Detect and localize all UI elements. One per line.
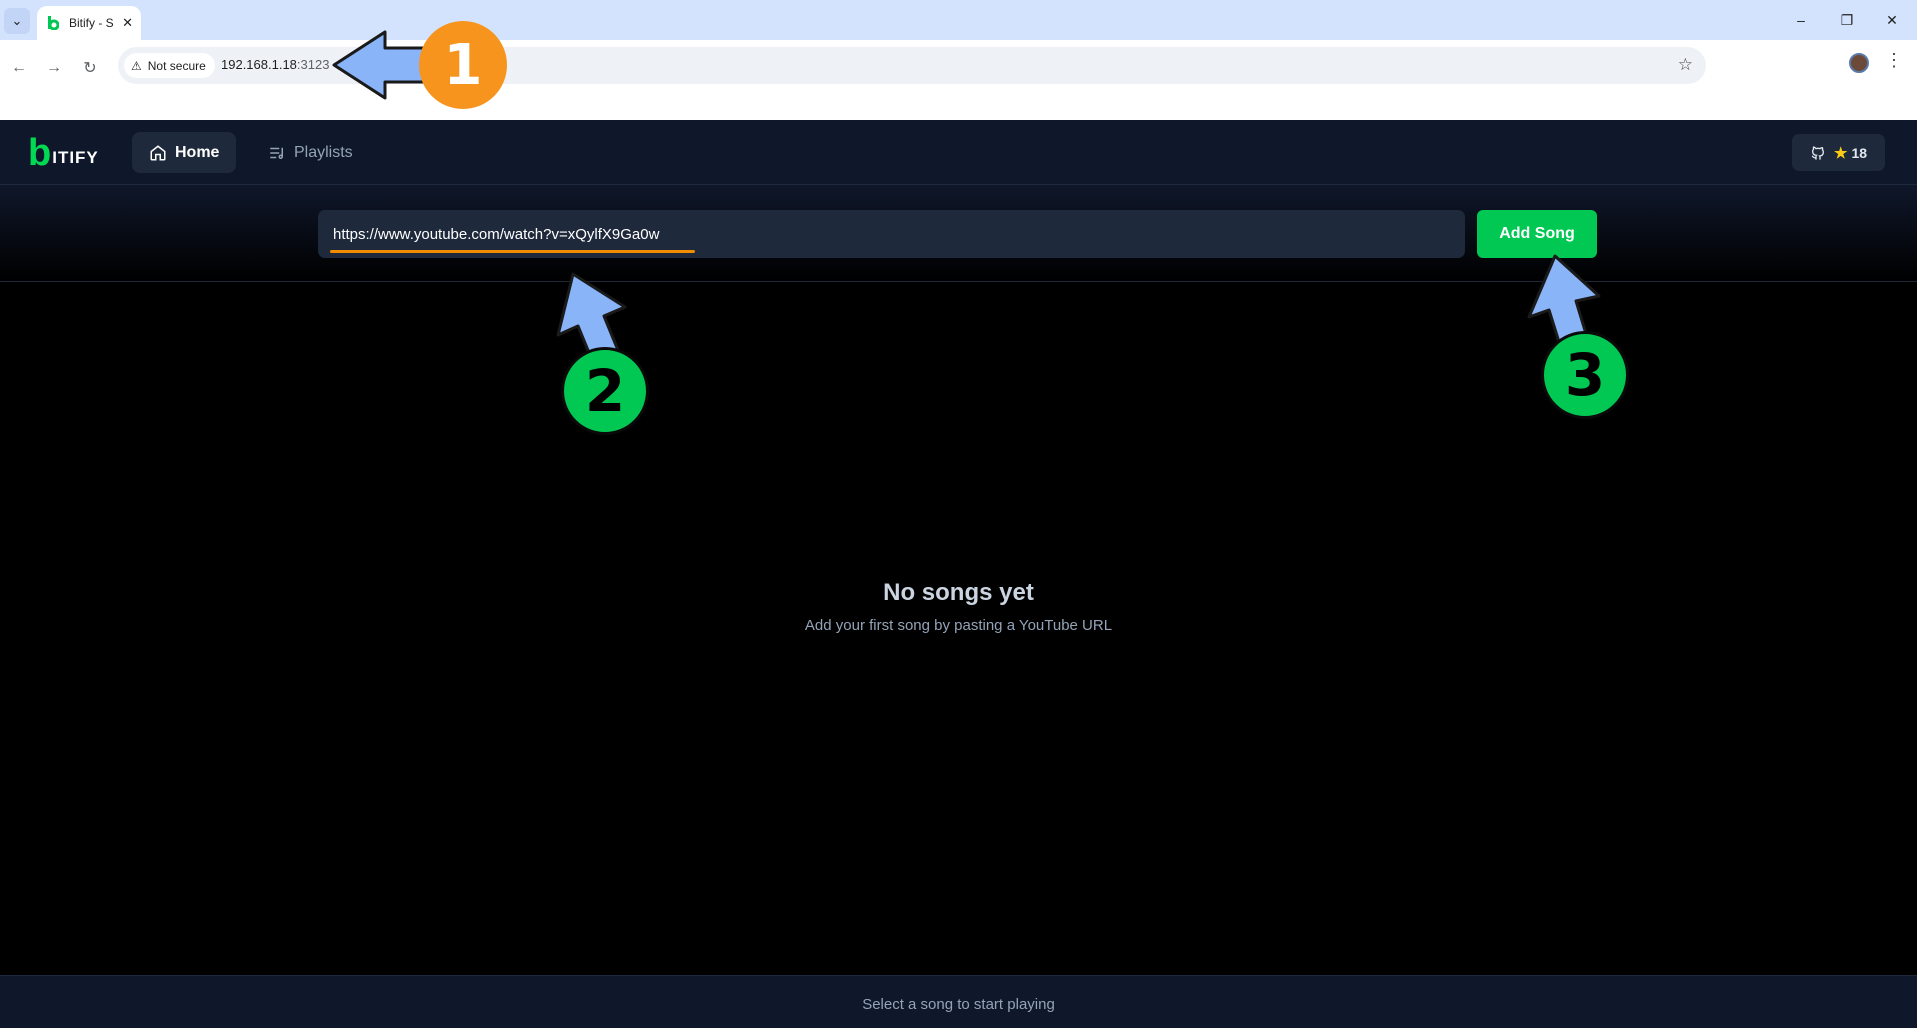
annotation-arrows	[332, 30, 1601, 372]
step-2-badge: 2	[561, 347, 649, 435]
step-1-badge: 1	[419, 21, 507, 109]
step-3-badge: 3	[1541, 331, 1629, 419]
arrow-1-icon	[332, 30, 432, 100]
screen: { "browser": { "tab_title": "Bitify - S"…	[0, 0, 1917, 1028]
